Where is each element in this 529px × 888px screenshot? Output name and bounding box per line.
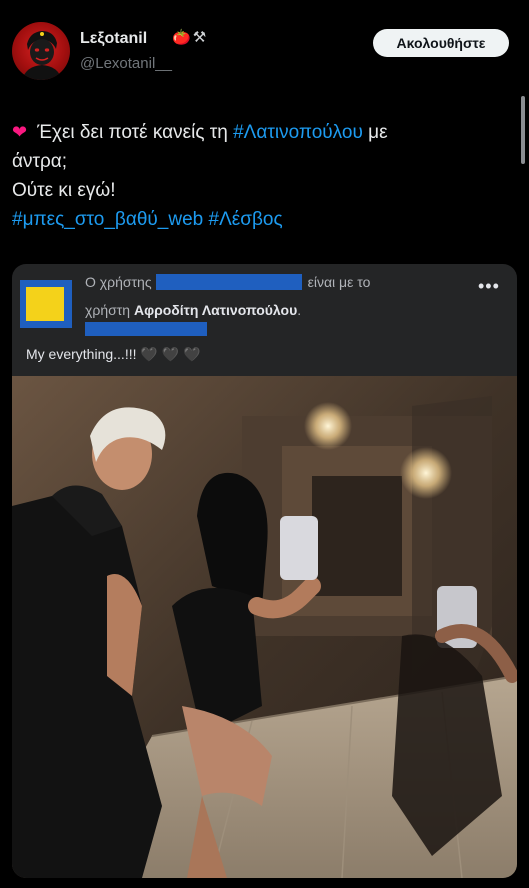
hashtag-link[interactable]: #Λατινοπούλου [233, 122, 363, 143]
heart-icon: ❤ [12, 122, 28, 142]
embedded-post-line-2: χρήστη Αφροδίτη Λατινοπούλου. [85, 302, 302, 318]
redacted-avatar [20, 280, 72, 328]
follow-button[interactable]: Ακολουθήστε [373, 29, 509, 57]
tweet-text: ❤ Έχει δει ποτέ κανείς τη #Λατινοπούλου μ… [12, 118, 512, 234]
embedded-post-line-1: Ο χρήστης είναι με το [85, 274, 371, 290]
embedded-post-caption: My everything...!!! 🖤 🖤 🖤 [26, 346, 201, 362]
author-handle[interactable]: @Lexotanil__ [80, 55, 172, 72]
more-options-icon: ••• [478, 276, 500, 296]
tweet-line-1: ❤ Έχει δει ποτέ κανείς τη #Λατινοπούλου μ… [12, 122, 388, 143]
tweet-line-3: Ούτε κι εγώ! [12, 180, 116, 201]
tweet: Lεξotanil 🍅 ⚒ @Lexotanil__ Ακολουθήστε ❤… [0, 0, 529, 888]
mirror-selfie-photo [12, 376, 517, 878]
redaction-bar [155, 274, 302, 290]
hashtag-link[interactable]: #Λέσβος [209, 209, 283, 230]
attached-screenshot[interactable]: Ο χρήστης είναι με το χρήστη Αφροδίτη Λατ… [12, 264, 517, 878]
hammer-pick-icon: ⚒ [192, 29, 207, 46]
tagged-user: Αφροδίτη Λατινοπούλου [133, 302, 298, 318]
author-badges: 🍅 ⚒ [172, 28, 206, 48]
profile-avatar[interactable] [12, 22, 70, 80]
redaction-bar [85, 322, 207, 336]
embedded-post-header: Ο χρήστης είναι με το χρήστη Αφροδίτη Λατ… [12, 264, 517, 376]
tweet-hashtags: #μπες_στο_βαθύ_web #Λέσβος [12, 205, 512, 234]
author-name[interactable]: Lεξotanil [80, 30, 147, 48]
tomato-emoji-icon: 🍅 [172, 29, 191, 46]
scrollbar[interactable] [521, 96, 525, 164]
tweet-line-2: άντρα; [12, 151, 68, 172]
hashtag-link[interactable]: #μπες_στο_βαθύ_web [12, 209, 203, 230]
